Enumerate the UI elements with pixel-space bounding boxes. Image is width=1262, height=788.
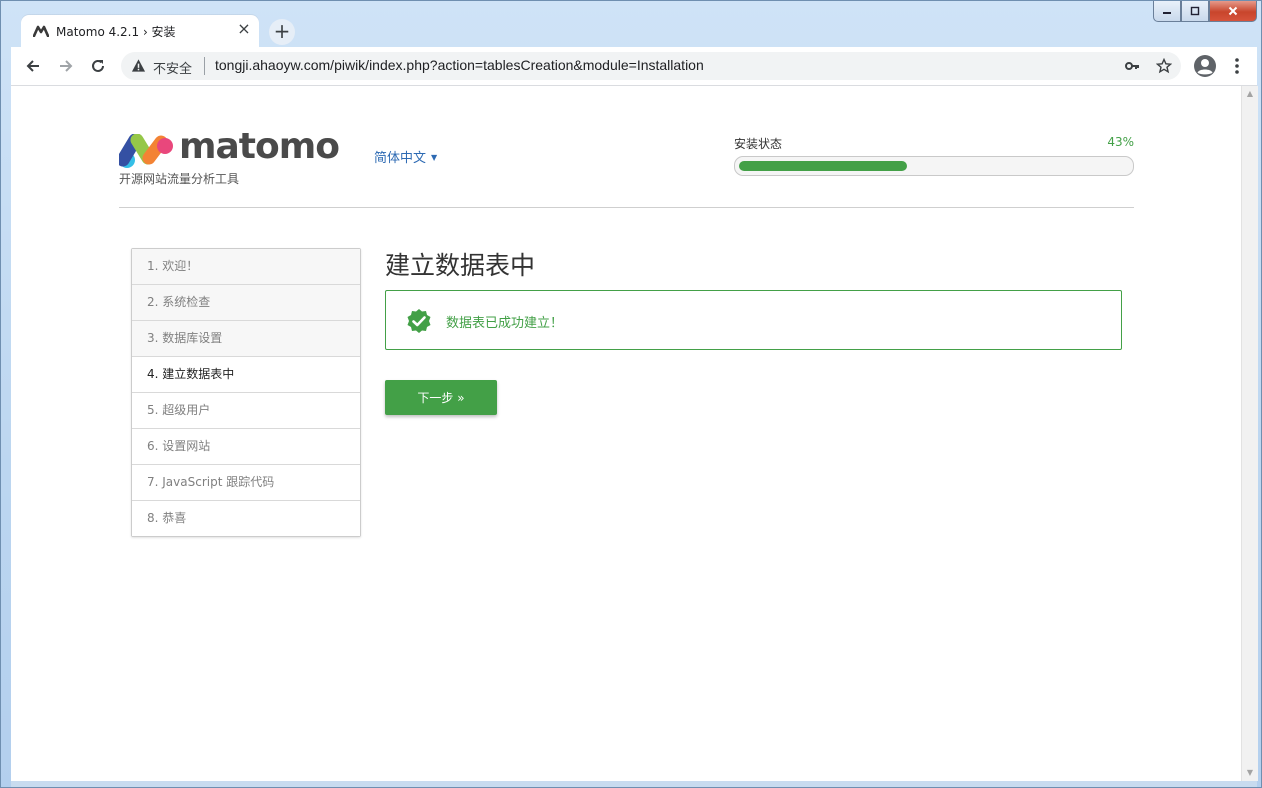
reload-icon (92, 59, 104, 72)
warning-triangle-icon (131, 59, 146, 72)
menu-dots-icon[interactable] (1229, 53, 1245, 79)
language-label: 简体中文 (374, 151, 427, 166)
page-title: 建立数据表中 (385, 251, 536, 280)
minimize-icon (1163, 12, 1171, 14)
next-step-button[interactable]: 下一步 » (385, 380, 497, 415)
progress-percent: 43% (1107, 135, 1134, 149)
header-divider (119, 207, 1134, 208)
window-bottom-edge (11, 781, 1257, 787)
restore-icon (1190, 6, 1200, 16)
step-item-tracking-code[interactable]: 7. JavaScript 跟踪代码 (132, 464, 360, 500)
tab-strip: Matomo 4.2.1 › 安装 × + (1, 1, 1261, 47)
close-window-button[interactable] (1209, 1, 1257, 22)
logo-wordmark: matomo (179, 126, 340, 167)
installation-steps: 1. 欢迎！ 2. 系统检查 3. 数据库设置 4. 建立数据表中 5. 超级用… (131, 248, 361, 537)
progress-fill (739, 161, 907, 171)
step-item-welcome[interactable]: 1. 欢迎！ (132, 249, 360, 284)
browser-toolbar: 不安全 tongji.ahaoyw.com/piwik/index.php?ac… (11, 47, 1257, 86)
browser-tab[interactable]: Matomo 4.2.1 › 安装 × (21, 15, 259, 47)
forward-button[interactable] (53, 53, 79, 79)
back-button[interactable] (20, 53, 46, 79)
window-controls (1153, 1, 1257, 23)
step-item-system-check[interactable]: 2. 系统检查 (132, 284, 360, 320)
step-item-congratulations[interactable]: 8. 恭喜 (132, 500, 360, 536)
key-icon[interactable] (1123, 57, 1141, 75)
tab-title: Matomo 4.2.1 › 安装 (56, 25, 176, 39)
back-arrow-icon (26, 60, 39, 72)
step-item-superuser[interactable]: 5. 超级用户 (132, 392, 360, 428)
minimize-button[interactable] (1153, 1, 1181, 22)
url-separator (204, 57, 205, 75)
logo-tagline: 开源网站流量分析工具 (119, 172, 240, 186)
matomo-favicon-icon (33, 25, 49, 37)
browser-window: Matomo 4.2.1 › 安装 × + 不安全 tongji.ahaoyw.… (0, 0, 1262, 788)
step-item-tables-creation[interactable]: 4. 建立数据表中 (132, 356, 360, 392)
new-tab-button[interactable]: + (269, 19, 295, 45)
security-status[interactable]: 不安全 (153, 58, 192, 77)
reload-button[interactable] (85, 53, 111, 79)
progress-label: 安装状态 (734, 137, 783, 151)
forward-arrow-icon (60, 60, 73, 72)
verified-check-icon (407, 309, 431, 333)
success-message: 数据表已成功建立！ (446, 316, 564, 331)
close-icon (1228, 6, 1238, 16)
caret-down-icon: ▼ (431, 153, 438, 162)
maximize-button[interactable] (1181, 1, 1209, 22)
vertical-scrollbar[interactable]: ▲ ▼ (1241, 86, 1258, 781)
url-text[interactable]: tongji.ahaoyw.com/piwik/index.php?action… (215, 57, 704, 73)
tab-close-icon[interactable]: × (235, 20, 253, 38)
page-viewport: matomo 开源网站流量分析工具 简体中文 ▼ 安装状态 43% 1. 欢迎！ … (11, 86, 1241, 781)
matomo-logo-icon (119, 134, 173, 168)
star-icon[interactable] (1155, 57, 1173, 75)
progress-bar (734, 156, 1134, 176)
step-item-setup-website[interactable]: 6. 设置网站 (132, 428, 360, 464)
scroll-up-icon[interactable]: ▲ (1242, 86, 1258, 102)
profile-icon[interactable] (1193, 54, 1217, 78)
step-item-database-setup[interactable]: 3. 数据库设置 (132, 320, 360, 356)
scroll-down-icon[interactable]: ▼ (1242, 765, 1258, 781)
address-bar[interactable]: 不安全 tongji.ahaoyw.com/piwik/index.php?ac… (121, 52, 1181, 80)
success-notification: 数据表已成功建立！ (385, 290, 1122, 350)
language-selector[interactable]: 简体中文 ▼ (374, 147, 437, 166)
